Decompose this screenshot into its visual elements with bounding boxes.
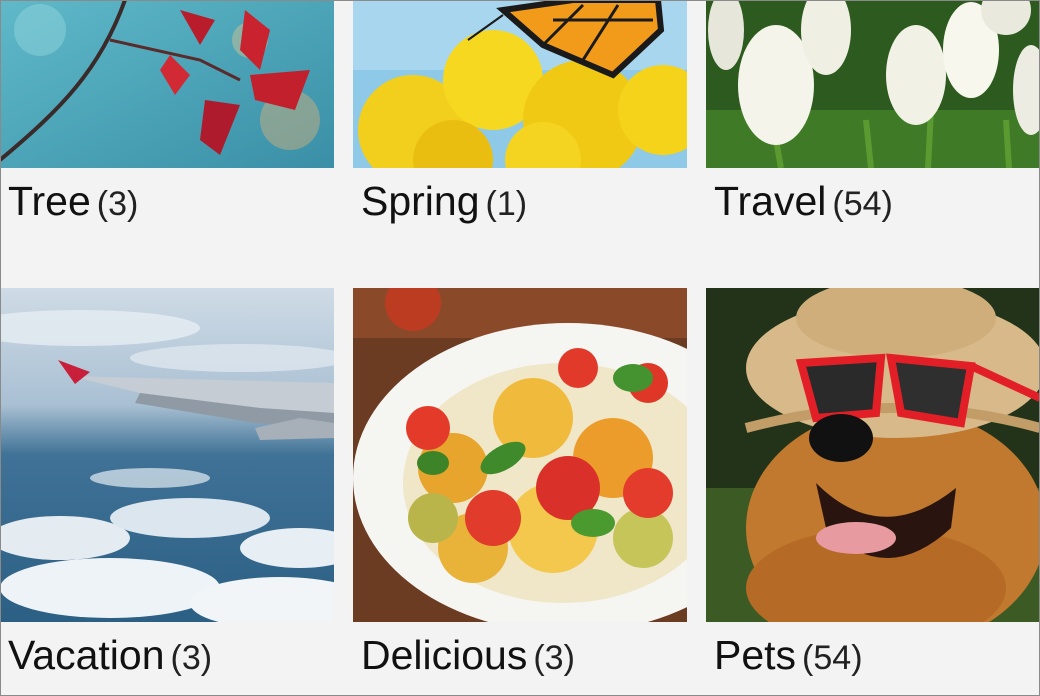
album-count: (3) bbox=[533, 639, 575, 677]
album-thumbnail[interactable] bbox=[0, 288, 334, 622]
album-tile-vacation[interactable]: Vacation (3) bbox=[0, 288, 334, 696]
tulips-image bbox=[706, 0, 1040, 168]
album-tile-tree[interactable]: Tree (3) bbox=[0, 0, 334, 280]
album-tile-delicious[interactable]: Delicious (3) bbox=[353, 288, 687, 696]
album-caption: Spring (1) bbox=[361, 178, 527, 225]
album-count: (3) bbox=[96, 185, 139, 223]
album-tile-pets[interactable]: Pets (54) bbox=[706, 288, 1040, 696]
album-count: (54) bbox=[832, 185, 893, 223]
album-count: (1) bbox=[485, 185, 528, 223]
album-thumbnail[interactable] bbox=[706, 0, 1040, 168]
album-thumbnail[interactable] bbox=[353, 0, 687, 168]
album-count: (54) bbox=[802, 639, 863, 677]
dog-image bbox=[706, 288, 1040, 622]
album-thumbnail[interactable] bbox=[706, 288, 1040, 622]
album-count: (3) bbox=[170, 639, 213, 677]
album-name: Travel bbox=[714, 178, 827, 224]
album-name: Vacation bbox=[8, 632, 165, 678]
album-caption: Tree (3) bbox=[8, 178, 138, 225]
album-name: Pets bbox=[714, 632, 797, 678]
album-caption: Travel (54) bbox=[714, 178, 893, 225]
airplane-wing-image bbox=[0, 288, 334, 622]
album-caption: Vacation (3) bbox=[8, 632, 212, 679]
album-name: Spring bbox=[361, 178, 480, 224]
album-thumbnail[interactable] bbox=[353, 288, 687, 622]
album-tile-spring[interactable]: Spring (1) bbox=[353, 0, 687, 280]
album-name: Tree bbox=[8, 178, 91, 224]
album-tile-travel[interactable]: Travel (54) bbox=[706, 0, 1040, 280]
album-name: Delicious bbox=[361, 632, 528, 678]
pasta-image bbox=[353, 288, 687, 622]
album-caption: Delicious (3) bbox=[361, 632, 575, 679]
butterfly-flowers-image bbox=[353, 0, 687, 168]
red-leaves-image bbox=[0, 0, 334, 168]
album-caption: Pets (54) bbox=[714, 632, 863, 679]
album-thumbnail[interactable] bbox=[0, 0, 334, 168]
